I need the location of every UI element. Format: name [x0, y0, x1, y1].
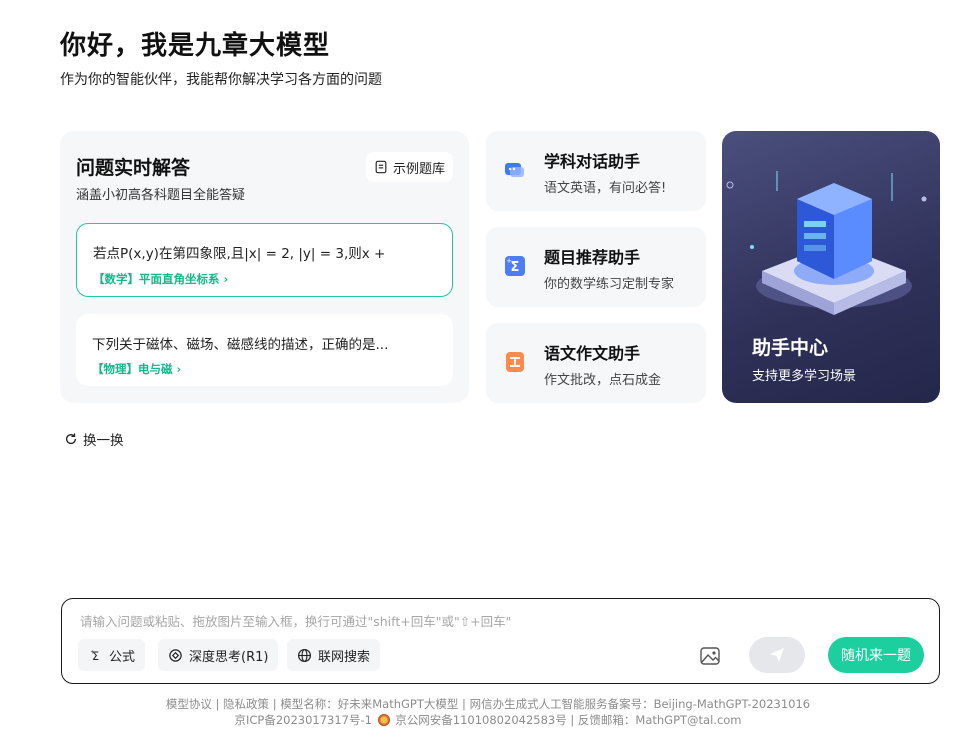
footer-security-info[interactable]: 京公网安备11010802042583号 | 反馈邮箱：MathGPT@tal.…	[395, 713, 741, 727]
qa-card-title: 问题实时解答	[76, 157, 191, 179]
svg-text:+: +	[90, 649, 95, 655]
icp-link[interactable]: 京ICP备2023017317号-1	[234, 713, 372, 727]
assistant-essay[interactable]: 语文作文助手 作文批改，点石成金	[486, 323, 706, 403]
question-input[interactable]	[80, 611, 920, 633]
footer-line-1: 模型协议 | 隐私政策 | 模型名称：好未来MathGPT大模型 | 网信办生成…	[165, 697, 811, 711]
question-item[interactable]: 下列关于磁体、磁场、磁感线的描述，正确的是... 【物理】电与磁 ›	[76, 314, 453, 386]
web-search-button[interactable]: 联网搜索	[287, 639, 381, 671]
formula-label: 公式	[109, 649, 136, 665]
globe-icon	[297, 648, 312, 662]
question-text: 下列关于磁体、磁场、磁感线的描述，正确的是...	[92, 337, 389, 353]
example-bank-button[interactable]: 示例题库	[365, 152, 453, 182]
page-subtitle: 作为你的智能伙伴，我能帮你解决学习各方面的问题	[60, 72, 382, 88]
server-illustration	[726, 171, 927, 315]
qa-card-description: 涵盖小初高各科题目全能答疑	[76, 188, 246, 203]
assistant-center-title: 助手中心	[752, 337, 829, 359]
deep-think-label: 深度思考(R1)	[189, 649, 269, 665]
page: 你好，我是九章大模型 作为你的智能伙伴，我能帮你解决学习各方面的问题 问题实时解…	[0, 0, 976, 730]
page-title: 你好，我是九章大模型	[60, 31, 331, 61]
deep-think-button[interactable]: 深度思考(R1)	[158, 639, 279, 671]
question-text: 若点P(x,y)在第四象限,且|x| = 2, |y| = 3,则x +	[93, 246, 386, 262]
assistant-title: 题目推荐助手	[544, 248, 641, 267]
deep-think-icon	[169, 648, 182, 662]
sigma-icon: Σ +	[505, 256, 525, 276]
footer-line-2: 京ICP备2023017317号-1 京公网安备11010802042583号 …	[0, 712, 976, 728]
question-tag: 【物理】电与磁 ›	[92, 362, 182, 376]
refresh-icon	[65, 433, 77, 445]
svg-text:+: +	[506, 257, 512, 265]
send-button[interactable]	[749, 637, 805, 673]
image-upload-icon[interactable]	[699, 645, 721, 667]
essay-icon	[506, 352, 524, 372]
police-badge-icon	[377, 714, 390, 726]
refresh-button[interactable]: 换一换	[64, 429, 124, 449]
send-icon	[770, 648, 784, 662]
web-search-label: 联网搜索	[318, 649, 371, 665]
chat-input-box: Σ+ 公式 深度思考(R1) 联网搜索 随机来一题	[61, 598, 940, 684]
assistant-subject-chat[interactable]: 学科对话助手 语文英语，有问必答!	[486, 131, 706, 211]
example-bank-label: 示例题库	[392, 161, 445, 177]
assistant-title: 学科对话助手	[544, 152, 641, 171]
refresh-label: 换一换	[83, 433, 124, 449]
formula-button[interactable]: Σ + 公式	[78, 639, 146, 671]
assistant-center-desc: 支持更多学习场景	[752, 369, 857, 384]
assistant-desc: 你的数学练习定制专家	[544, 277, 675, 292]
question-item[interactable]: 若点P(x,y)在第四象限,且|x| = 2, |y| = 3,则x + 【数学…	[76, 223, 453, 297]
assistant-question-recommend[interactable]: Σ + 题目推荐助手 你的数学练习定制专家	[486, 227, 706, 307]
assistant-center-card[interactable]: 助手中心 支持更多学习场景	[722, 131, 940, 403]
assistant-desc: 作文批改，点石成金	[544, 373, 662, 388]
qa-card: 问题实时解答 涵盖小初高各科题目全能答疑 示例题库 若点P(x,y)在第四象限,…	[60, 131, 469, 403]
assistant-title: 语文作文助手	[544, 344, 641, 363]
sigma-icon: Σ+	[90, 649, 99, 662]
question-tag: 【数学】平面直角坐标系 ›	[93, 272, 229, 286]
document-icon	[375, 160, 387, 174]
random-question-button[interactable]: 随机来一题	[828, 637, 924, 673]
chat-icon	[505, 163, 524, 177]
assistant-desc: 语文英语，有问必答!	[544, 181, 667, 196]
